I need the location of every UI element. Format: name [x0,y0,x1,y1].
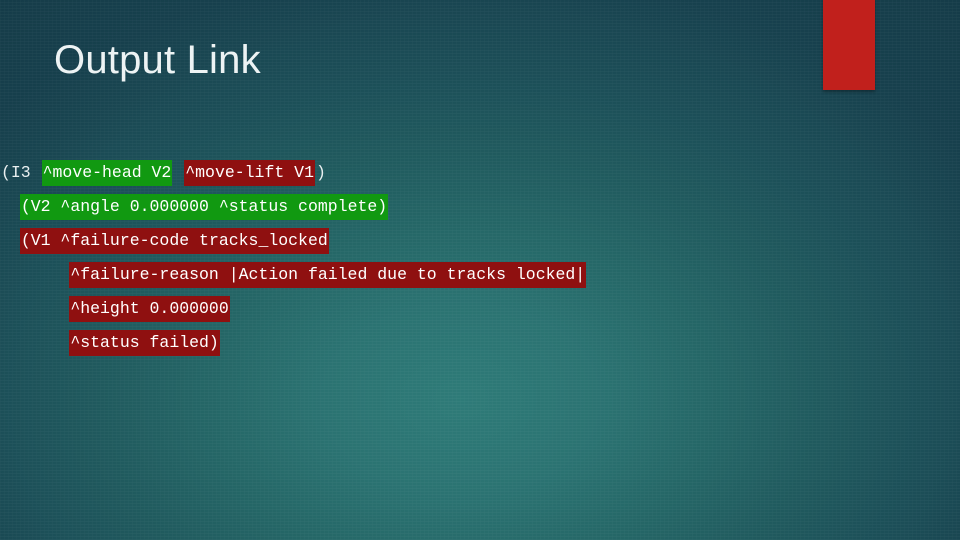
code-line: ^failure-reason |Action failed due to tr… [0,262,960,298]
code-line: (V2 ^angle 0.000000 ^status complete) [0,194,960,230]
code-segment-success-highlight: (V2 ^angle 0.000000 ^status complete) [19,194,389,220]
code-segment-failure-highlight: (V1 ^failure-code tracks_locked [19,228,329,254]
page-title: Output Link [54,38,261,82]
slide-canvas: Output Link (I3 ^move-head V2 ^move-lift… [0,0,960,540]
code-segment-failure-highlight: ^move-lift V1 [184,160,315,186]
accent-bar [823,0,875,90]
code-line: (V1 ^failure-code tracks_locked [0,228,960,264]
code-block: (I3 ^move-head V2 ^move-lift V1) (V2 ^an… [0,160,960,366]
code-line: ^height 0.000000 [0,296,960,332]
code-segment-plain: (I3 [1,163,41,182]
code-segment-plain: ) [315,163,326,182]
code-segment-plain [172,160,184,186]
code-segment-failure-highlight: ^status failed) [69,330,220,356]
code-line: ^status failed) [0,330,960,366]
code-segment-failure-highlight: ^failure-reason |Action failed due to tr… [69,262,587,288]
code-segment-failure-highlight: ^height 0.000000 [69,296,230,322]
code-line: (I3 ^move-head V2 ^move-lift V1) [0,160,960,196]
code-segment-success-highlight: ^move-head V2 [41,160,173,186]
